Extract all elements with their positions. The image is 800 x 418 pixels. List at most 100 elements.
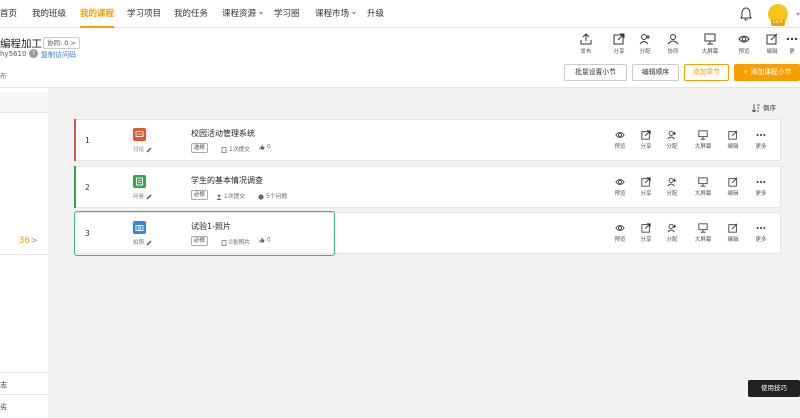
question-count-text: 5个问题 [266,194,288,200]
help-icon[interactable]: ? [29,49,38,58]
share-icon [641,130,651,140]
row-edit-button[interactable]: 编辑 [721,177,745,197]
tips-button[interactable]: 使用技巧 [748,380,800,397]
chevron-down-icon [259,12,264,15]
toolbar-publish[interactable]: 发布 [573,33,599,55]
row-more-button[interactable]: 更多 [749,177,773,197]
section-card[interactable]: 2 问卷 学生的基本情况调查 必修 1次提交 5个问题 预览 分享 分配 大屏幕… [74,166,781,208]
nav-item-my-courses[interactable]: 我的课程 [80,0,115,28]
add-chapter-button[interactable]: 添加章节 [684,64,729,81]
divider [0,394,48,395]
nav-item-projects[interactable]: 学习项目 [127,0,161,28]
sidebar-item[interactable]: 志 [0,380,7,390]
row-share-button[interactable]: 分享 [634,223,658,243]
divider [0,372,48,373]
nav-item-upgrade[interactable]: 升级 [367,0,384,28]
chevron-down-icon [352,12,357,15]
section-type-label: 讨论 [133,147,145,153]
row-action-label: 分享 [640,237,652,243]
assign-icon [667,223,677,233]
row-edit-button[interactable]: 编辑 [721,223,745,243]
collab-badge[interactable]: 协同: 0 > [43,37,80,49]
row-preview-button[interactable]: 预览 [608,130,632,150]
copy-access-code-link[interactable]: 复制访问码 [41,50,76,60]
row-more-button[interactable]: 更多 [749,223,773,243]
section-number: 2 [85,183,90,192]
row-assign-button[interactable]: 分配 [660,223,684,243]
sidebar-item[interactable]: 劣 [0,402,7,412]
nav-item-resources-label: 课程资源 [222,9,257,19]
divider [0,112,48,113]
row-assign-button[interactable]: 分配 [660,177,684,197]
survey-icon [133,175,146,188]
collab-icon [667,34,679,45]
section-title[interactable]: 试验1-照片 [191,221,231,232]
row-screen-button[interactable]: 大屏幕 [691,177,715,197]
sort-toggle[interactable]: 倒序 [751,102,776,113]
sidebar-count[interactable]: 36 [19,236,30,246]
toolbar-assign[interactable]: 分配 [632,33,658,55]
row-screen-button[interactable]: 大屏幕 [691,130,715,150]
nav-item-resources[interactable]: 课程资源 [222,0,264,28]
row-action-label: 编辑 [727,144,739,150]
section-type-label: 问卷 [133,194,145,200]
toolbar-preview[interactable]: 预览 [731,33,757,55]
nav-item-market-label: 课程市场 [315,9,350,19]
edit-icon [766,33,778,45]
thumbs-up-icon [259,144,265,150]
submission-count-text: 1次提交 [229,147,251,153]
eye-icon [738,35,750,43]
row-preview-button[interactable]: 预览 [608,223,632,243]
row-preview-button[interactable]: 预览 [608,177,632,197]
sort-icon [751,104,760,113]
toolbar-label: 分配 [639,49,651,55]
nav-item-market[interactable]: 课程市场 [315,0,357,28]
chevron-down-icon[interactable] [796,13,800,16]
like-count: 0 [259,237,271,244]
row-share-button[interactable]: 分享 [634,177,658,197]
publish-icon [580,33,592,45]
add-section-button[interactable]: + 添加课程小节 [734,64,800,81]
edit-order-button[interactable]: 编辑顺序 [632,64,679,81]
row-action-label: 更多 [755,144,767,150]
camera-icon [133,221,146,234]
row-action-label: 编辑 [727,191,739,197]
nav-item-home[interactable]: 首页 [0,0,17,28]
chevron-right-icon[interactable]: > [30,236,38,246]
toolbar-share[interactable]: 分享 [606,33,632,55]
like-count: 0 [259,144,271,151]
toolbar-edit[interactable]: 编辑 [759,33,785,55]
row-share-button[interactable]: 分享 [634,130,658,150]
section-number: 1 [85,136,90,145]
toolbar-screen[interactable]: 大屏幕 [697,33,723,55]
section-title[interactable]: 学生的基本情况调查 [191,175,263,186]
section-type-label: 拍照 [133,240,145,246]
assign-icon [667,177,677,187]
row-action-label: 预览 [614,191,626,197]
screen-icon [698,223,708,233]
row-edit-button[interactable]: 编辑 [721,130,745,150]
row-action-label: 更多 [755,191,767,197]
row-assign-button[interactable]: 分配 [660,130,684,150]
pencil-icon[interactable] [146,194,152,200]
section-card[interactable]: 1 讨论 校园活动管理系统 选修 1次提交 0 预览 分享 分配 大屏幕 编辑 … [74,119,781,161]
row-more-button[interactable]: 更多 [749,130,773,150]
bell-icon[interactable] [740,7,752,21]
batch-settings-button[interactable]: 批量设置小节 [564,64,627,81]
row-action-label: 分配 [666,237,678,243]
pencil-icon[interactable] [146,240,152,246]
thumbs-up-icon [259,237,265,243]
nav-item-circle[interactable]: 学习圈 [274,0,300,28]
photo-count: 0张照片 [221,237,250,246]
toolbar-more[interactable]: 更 [784,33,800,55]
row-screen-button[interactable]: 大屏幕 [691,223,715,243]
toolbar-collab[interactable]: 协同 [660,33,686,55]
divider [0,254,48,255]
section-title[interactable]: 校园活动管理系统 [191,128,255,139]
sidebar: 36 > 志 劣 [0,88,48,418]
section-card[interactable]: 3 拍照 试验1-照片 必修 0张照片 0 预览 分享 分配 大屏幕 编辑 更多 [74,212,781,254]
nav-item-tasks[interactable]: 我的任务 [174,0,208,28]
nav-item-my-classes[interactable]: 我的班级 [32,0,66,28]
pencil-icon[interactable] [146,147,152,153]
screen-icon [698,130,708,140]
